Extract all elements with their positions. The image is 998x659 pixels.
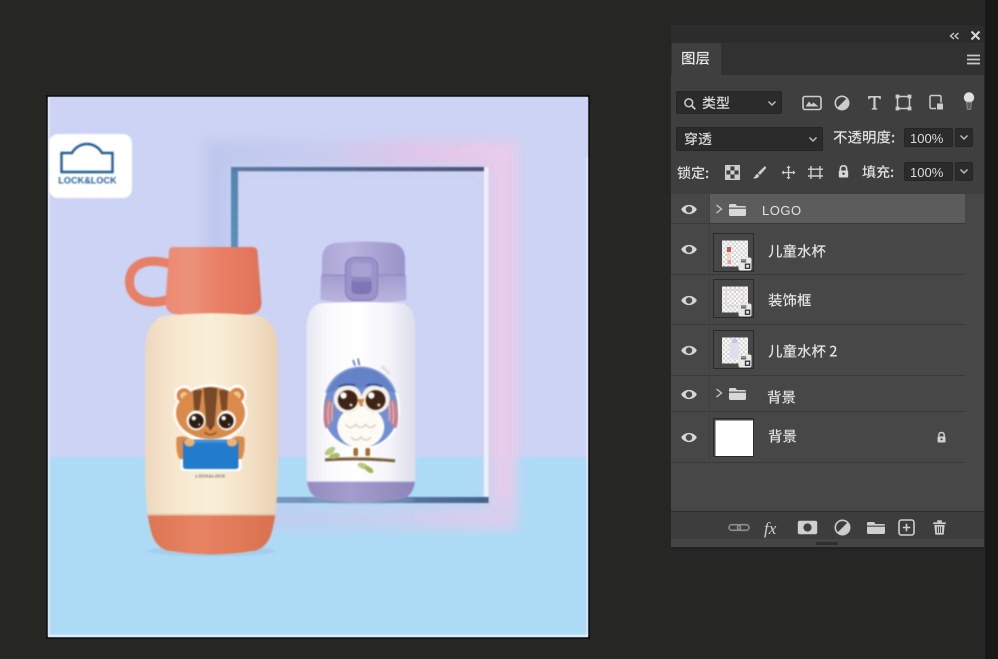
svg-text:LOCK&LOCK: LOCK&LOCK — [195, 474, 226, 479]
svg-text:LOCK&LOCK: LOCK&LOCK — [58, 176, 117, 186]
